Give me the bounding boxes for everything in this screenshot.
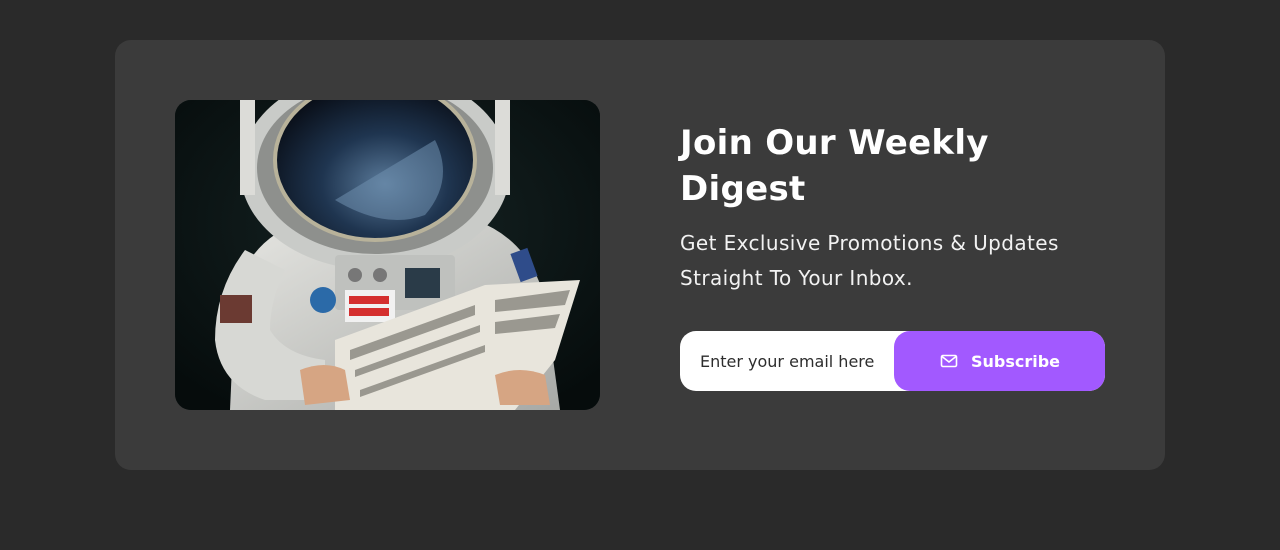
email-input[interactable] bbox=[680, 331, 894, 391]
subtitle-line-2: Straight To Your Inbox. bbox=[680, 266, 913, 290]
mail-icon bbox=[939, 351, 959, 371]
astronaut-image bbox=[175, 100, 600, 410]
subscribe-button[interactable]: Subscribe bbox=[894, 331, 1105, 391]
subscribe-form: Subscribe bbox=[680, 331, 1105, 391]
subscribe-label: Subscribe bbox=[970, 351, 1061, 371]
newsletter-title: Join Our Weekly Digest bbox=[680, 120, 1110, 212]
newsletter-card: Join Our Weekly Digest Get Exclusive Pro… bbox=[115, 40, 1165, 470]
title-line-2: Digest bbox=[680, 169, 806, 209]
subtitle-line-1: Get Exclusive Promotions & Updates bbox=[680, 231, 1059, 255]
newsletter-content: Join Our Weekly Digest Get Exclusive Pro… bbox=[680, 120, 1110, 296]
newsletter-subtitle: Get Exclusive Promotions & Updates Strai… bbox=[680, 226, 1110, 296]
title-line-1: Join Our Weekly bbox=[680, 123, 989, 163]
